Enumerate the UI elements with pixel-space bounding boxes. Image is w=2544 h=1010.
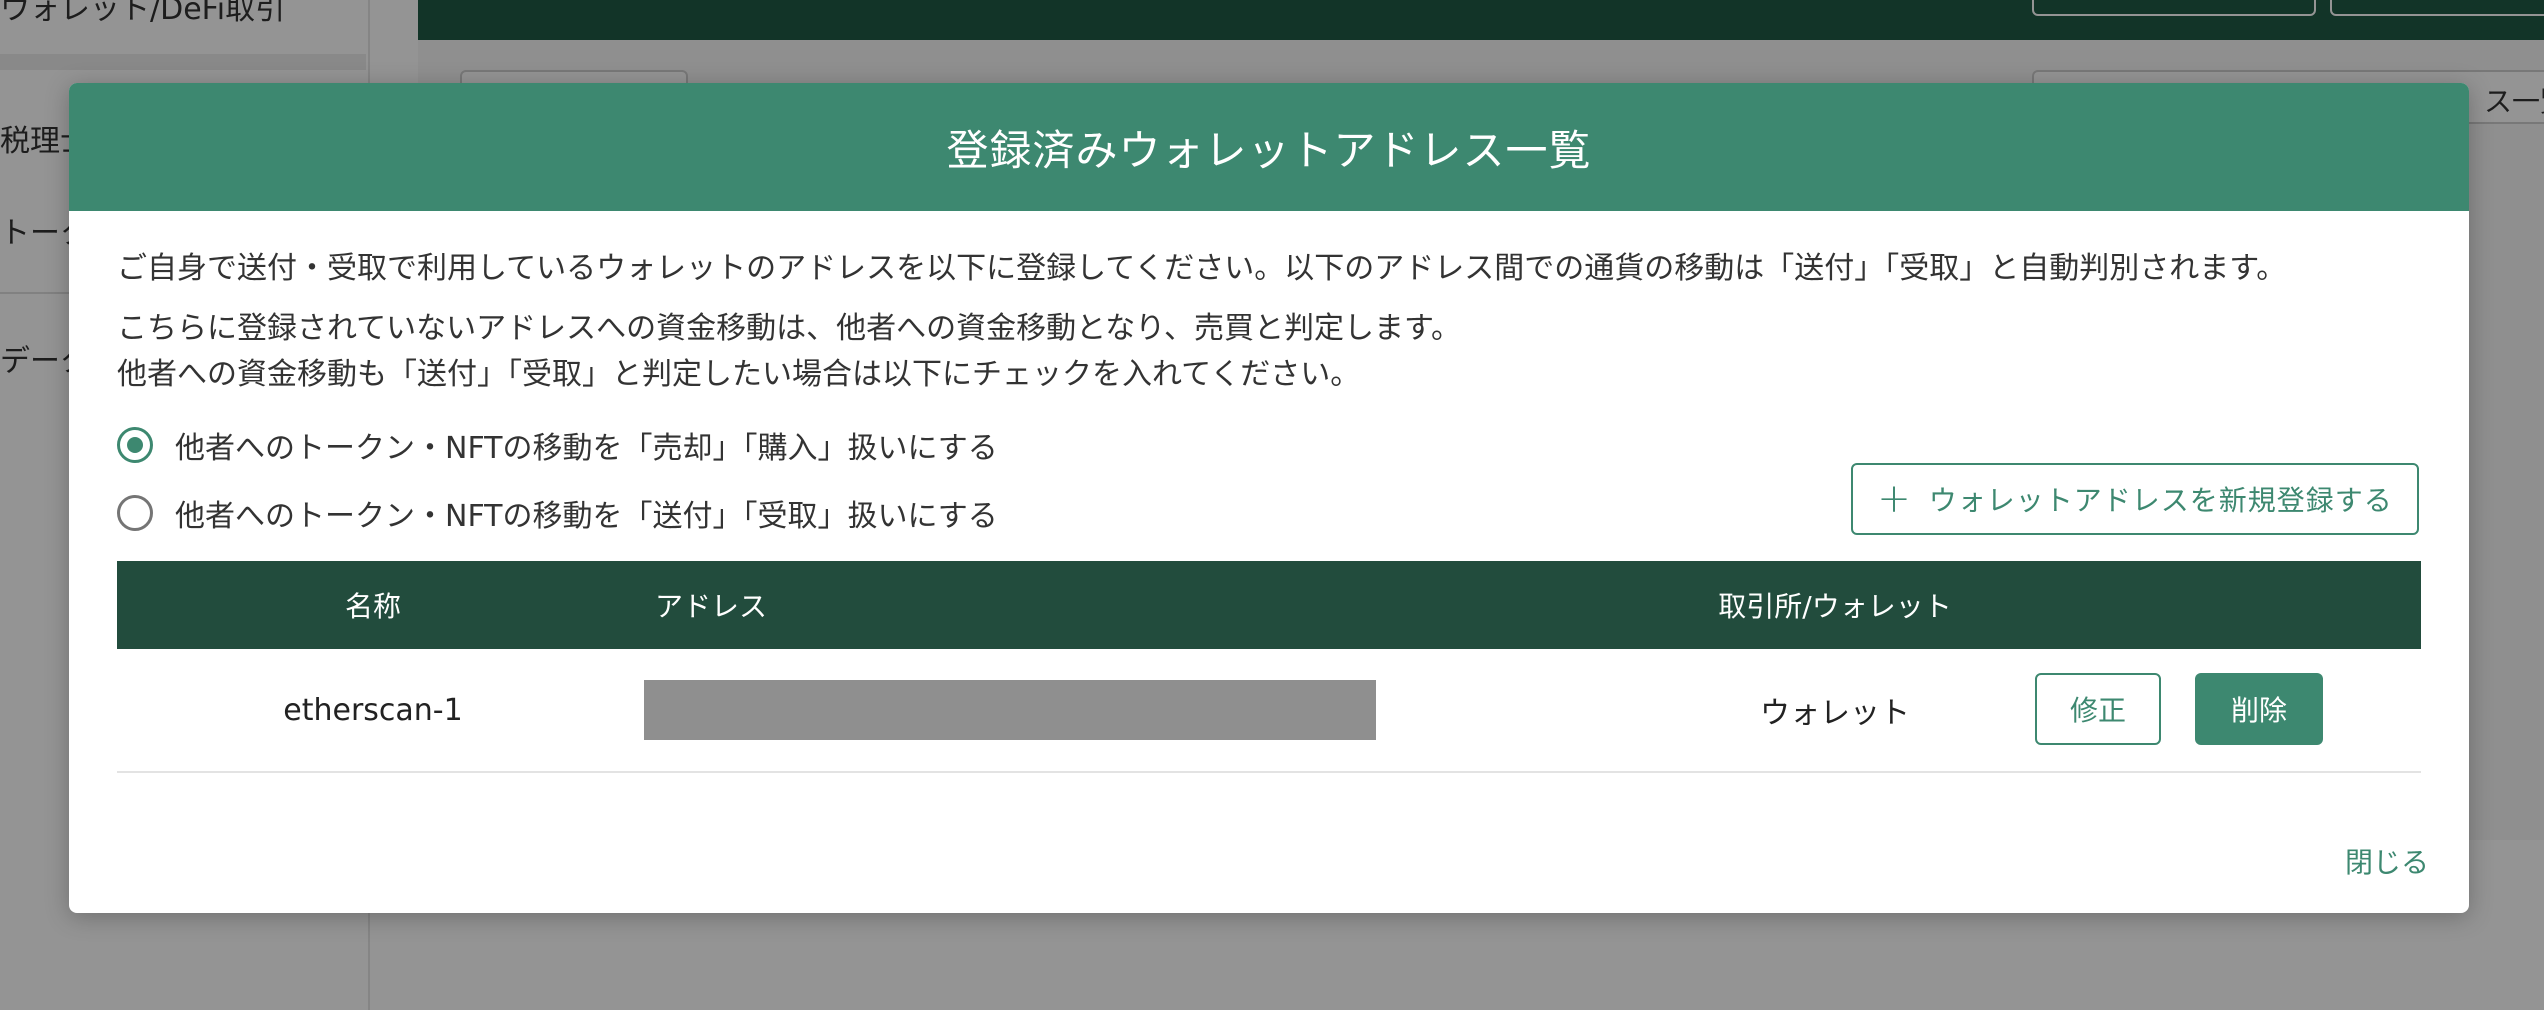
close-button[interactable]: 閉じる	[2345, 841, 2429, 881]
delete-button[interactable]: 削除	[2195, 673, 2323, 745]
edit-button[interactable]: 修正	[2035, 673, 2161, 745]
wallet-address-modal: 登録済みウォレットアドレス一覧 ご自身で送付・受取で利用しているウォレットのアド…	[69, 83, 2469, 913]
description-text: ご自身で送付・受取で利用しているウォレットのアドレスを以下に登録してください。以…	[117, 251, 2287, 286]
radio-button-selected[interactable]	[117, 427, 153, 463]
add-wallet-address-button[interactable]: + ウォレットアドレスを新規登録する	[1851, 463, 2419, 535]
description-text: 他者への資金移動も「送付」「受取」と判定したい場合は以下にチェックを入れてくださ…	[117, 357, 1361, 392]
option-sell-buy[interactable]: 他者へのトークン・NFTの移動を「売却」「購入」扱いにする	[117, 423, 998, 467]
wallet-name: etherscan-1	[283, 692, 463, 728]
modal-title: 登録済みウォレットアドレス一覧	[946, 125, 1592, 175]
radio-button-unselected[interactable]	[117, 495, 153, 531]
column-header-exchange: 取引所/ウォレット	[1718, 590, 1952, 623]
modal-header: 登録済みウォレットアドレス一覧	[69, 83, 2469, 211]
option-label: 他者へのトークン・NFTの移動を「売却」「購入」扱いにする	[175, 431, 998, 466]
add-wallet-address-label: ウォレットアドレスを新規登録する	[1928, 484, 2393, 517]
column-header-name: 名称	[344, 590, 401, 623]
option-send-receive[interactable]: 他者へのトークン・NFTの移動を「送付」「受取」扱いにする	[117, 491, 998, 535]
wallet-address-table: 名称 アドレス 取引所/ウォレット etherscan-1 ウォレット 修正 削…	[117, 561, 2421, 773]
table-header: 名称 アドレス 取引所/ウォレット	[117, 561, 2421, 649]
column-header-address: アドレス	[655, 590, 768, 623]
table-row: etherscan-1 ウォレット 修正 削除	[117, 649, 2421, 773]
plus-icon: +	[1877, 476, 1911, 522]
wallet-address-cell	[644, 649, 1376, 771]
description-text: こちらに登録されていないアドレスへの資金移動は、他者への資金移動となり、売買と判…	[117, 311, 1461, 346]
redacted-address	[644, 680, 1376, 740]
option-label: 他者へのトークン・NFTの移動を「送付」「受取」扱いにする	[175, 499, 998, 534]
